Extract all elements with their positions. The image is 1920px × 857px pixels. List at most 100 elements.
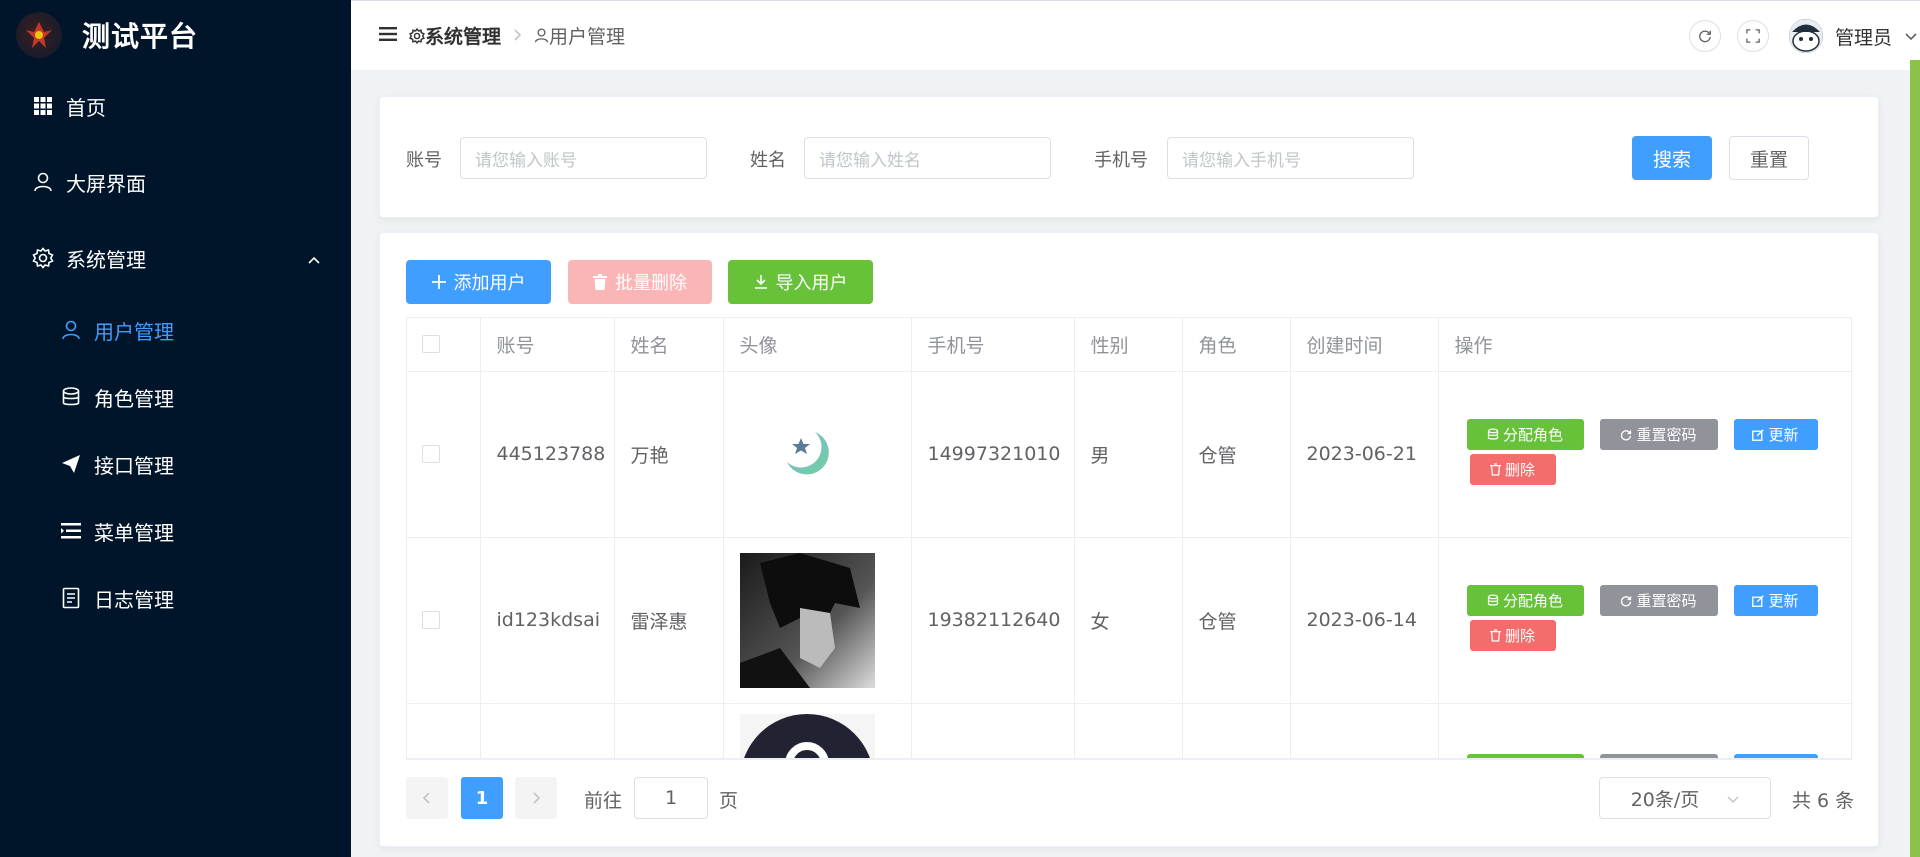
column-header: 性别 — [1074, 318, 1183, 372]
breadcrumb: 系统管理 用户管理 — [409, 22, 625, 49]
add-user-button[interactable]: 添加用户 — [406, 260, 551, 304]
breadcrumb-label: 系统管理 — [425, 26, 502, 48]
dark-circle-avatar — [739, 713, 875, 758]
search-button[interactable]: 搜索 — [1632, 136, 1712, 180]
page-size-select[interactable]: 20条/页 — [1599, 777, 1771, 819]
user-icon — [60, 319, 82, 341]
reset-password-button[interactable]: 重置密码 — [1599, 419, 1718, 450]
delete-button[interactable]: 删除 — [1469, 454, 1556, 485]
column-header: 账号 — [480, 318, 615, 372]
refresh-button[interactable] — [1688, 20, 1721, 52]
edit-icon — [1752, 428, 1765, 441]
sidebar-item-bigscreen[interactable]: 大屏界面 — [0, 162, 351, 202]
import-user-button[interactable]: 导入用户 — [728, 260, 873, 304]
trash-icon — [593, 274, 607, 290]
chevron-down-icon — [1727, 787, 1739, 809]
sidebar-item-home[interactable]: 首页 — [0, 86, 351, 126]
sidebar-item-logs[interactable]: 日志管理 — [0, 578, 351, 618]
assign-role-label: 分配角色 — [1502, 426, 1563, 444]
chevron-right-icon — [513, 25, 522, 47]
delete-label: 删除 — [1504, 627, 1535, 645]
assign-role-label: 分配角色 — [1502, 592, 1563, 610]
avatar[interactable] — [1788, 19, 1823, 53]
column-header: 角色 — [1182, 318, 1291, 372]
update-button[interactable] — [1733, 753, 1818, 758]
sidebar-item-users[interactable]: 用户管理 — [0, 310, 351, 350]
column-header: 头像 — [723, 318, 912, 372]
assign-role-button[interactable] — [1466, 753, 1584, 758]
hamburger-icon[interactable] — [379, 26, 397, 46]
phone-cell: 19382112640 — [911, 537, 1075, 704]
account-cell — [480, 703, 615, 758]
role-cell — [1182, 703, 1291, 758]
download-icon — [754, 275, 767, 289]
account-input[interactable]: 请您输入账号 — [460, 137, 707, 179]
user-table-panel: 添加用户 批量删除 导入用户 账号 姓名 头像 手机号 性别 角色 创建时间 操… — [379, 232, 1879, 847]
sidebar-item-roles[interactable]: 角色管理 — [0, 377, 351, 417]
chevron-down-icon[interactable] — [1904, 27, 1918, 46]
database-icon — [1487, 428, 1499, 440]
sidebar-item-label: 角色管理 — [94, 386, 174, 411]
actions-cell: 分配角色 重置密码 更新 删除 — [1438, 537, 1851, 704]
update-button[interactable]: 更新 — [1733, 419, 1818, 450]
sidebar: 测试平台 首页 大屏界面 系统管理 用户管理 角色管理 接口管理 菜单管理 日志… — [0, 0, 351, 857]
chevron-up-icon — [307, 246, 321, 270]
reset-button[interactable]: 重置 — [1729, 136, 1809, 180]
sidebar-item-label: 接口管理 — [94, 453, 174, 478]
goto-page-input[interactable]: 1 — [634, 777, 708, 819]
sidebar-item-label: 大屏界面 — [66, 171, 146, 196]
sidebar-item-menus[interactable]: 菜单管理 — [0, 511, 351, 551]
header-actions: 管理员 — [1688, 1, 1920, 71]
plus-icon — [431, 275, 446, 289]
page-edge-strip — [1910, 60, 1920, 857]
goto-prefix: 前往 — [584, 790, 623, 812]
phone-input[interactable]: 请您输入手机号 — [1167, 137, 1414, 179]
delete-button[interactable]: 删除 — [1469, 620, 1556, 651]
page-size-value: 20条/页 — [1630, 788, 1700, 811]
sidebar-item-api[interactable]: 接口管理 — [0, 444, 351, 484]
sidebar-item-system[interactable]: 系统管理 — [0, 238, 351, 278]
created-cell — [1290, 703, 1439, 758]
avatar-cell — [723, 537, 912, 704]
fullscreen-button[interactable] — [1736, 20, 1769, 52]
assign-role-button[interactable]: 分配角色 — [1466, 419, 1584, 450]
column-header: 创建时间 — [1290, 318, 1439, 372]
select-all-checkbox[interactable] — [422, 335, 440, 354]
refresh-icon — [1699, 30, 1711, 43]
top-header: 系统管理 用户管理 管理员 — [351, 0, 1920, 70]
name-input[interactable]: 请您输入姓名 — [804, 137, 1051, 179]
row-select-cell — [407, 371, 481, 538]
actions-cell — [1438, 703, 1851, 758]
row-select-cell — [407, 703, 481, 758]
moon-star-avatar — [740, 387, 875, 522]
next-page-button[interactable] — [515, 777, 557, 819]
row-select-cell — [407, 537, 481, 704]
batch-delete-button[interactable]: 批量删除 — [568, 260, 712, 304]
trash-icon — [1489, 463, 1501, 476]
reset-password-button[interactable]: 重置密码 — [1599, 585, 1718, 616]
name-label: 姓名 — [750, 150, 786, 171]
prev-page-button[interactable] — [406, 777, 448, 819]
column-header: 姓名 — [614, 318, 724, 372]
fullscreen-icon — [1746, 29, 1760, 43]
page-number-button[interactable]: 1 — [461, 777, 503, 819]
row-checkbox[interactable] — [422, 611, 440, 629]
gender-cell — [1074, 703, 1183, 758]
app-title: 测试平台 — [82, 20, 199, 53]
update-button[interactable]: 更新 — [1733, 585, 1818, 616]
gender-cell: 男 — [1074, 371, 1183, 538]
reset-password-button[interactable] — [1599, 753, 1718, 758]
username[interactable]: 管理员 — [1835, 23, 1892, 50]
created-cell: 2023-06-21 — [1290, 371, 1439, 538]
sidebar-item-label: 菜单管理 — [94, 520, 174, 545]
gear-icon — [32, 247, 54, 269]
sidebar-item-label: 用户管理 — [94, 319, 174, 344]
assign-role-button[interactable]: 分配角色 — [1466, 585, 1584, 616]
breadcrumb-system[interactable]: 系统管理 — [409, 22, 501, 49]
row-checkbox[interactable] — [422, 445, 440, 463]
phone-cell: 14997321010 — [911, 371, 1075, 538]
goto-suffix: 页 — [719, 790, 739, 812]
column-header: 操作 — [1438, 318, 1851, 372]
grid-icon — [32, 95, 54, 117]
logo-icon — [16, 12, 62, 58]
